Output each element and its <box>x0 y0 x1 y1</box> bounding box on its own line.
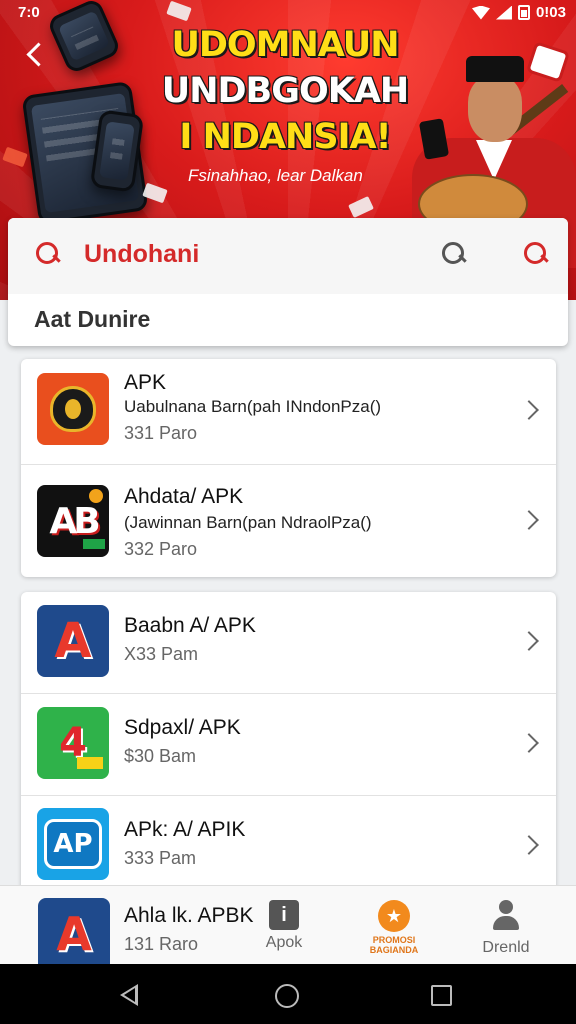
nav-back-icon[interactable] <box>120 984 138 1006</box>
hero-title-line1: UDOMNAUN <box>171 25 399 65</box>
nav-home-icon[interactable] <box>275 984 299 1008</box>
app-list-card: APK Uabulnana Barn(pah INndonPza() 331 P… <box>21 359 556 577</box>
chevron-right-icon <box>519 510 539 530</box>
bottom-tab-bar: A Ahla lk. APBK 131 Raro i Apok ★ PROMOS… <box>0 885 576 970</box>
search-card: Undohani Aat Dunire <box>8 218 568 346</box>
list-item[interactable]: APK Uabulnana Barn(pah INndonPza() 331 P… <box>21 359 556 465</box>
app-meta: 332 Paro <box>124 539 198 559</box>
chevron-right-icon <box>519 400 539 420</box>
hero-subtitle: Fsinahhao, lear Dalkan <box>188 166 363 185</box>
shield-crest-icon <box>37 373 109 445</box>
search-icon[interactable] <box>36 242 62 268</box>
chevron-right-icon <box>519 733 539 753</box>
nav-recents-icon[interactable] <box>431 985 452 1006</box>
search-bar[interactable]: Undohani <box>8 218 568 294</box>
back-button[interactable] <box>18 38 52 72</box>
hero-headline: UDOMNAUN UNDBGOKAH I NDANSIA! <box>150 22 420 160</box>
tab-promo[interactable]: ★ PROMOSI BAGIANDA <box>352 900 436 955</box>
hero-title-line3: I NDANSIA! <box>179 117 391 157</box>
tab-label: PROMOSI BAGIANDA <box>369 935 419 955</box>
tab-profile[interactable]: Drenld <box>464 900 548 957</box>
battery-icon <box>517 5 530 20</box>
app-title: Ahla lk. APBK <box>124 904 254 927</box>
ap-logo-icon: AP <box>37 808 109 880</box>
list-item[interactable]: A Baabn A/ APK X33 Pam <box>21 592 556 694</box>
a-green-logo-icon: 4 <box>37 707 109 779</box>
app-title: APK <box>124 371 167 394</box>
status-right-text: 0!03 <box>535 4 566 21</box>
app-title: Ahdata/ APK <box>124 485 244 508</box>
list-item[interactable]: AP APk: A/ APIK 333 Pam <box>21 796 556 892</box>
section-title: Aat Dunire <box>34 306 151 332</box>
app-meta: 131 Raro <box>124 934 199 954</box>
app-description: (Jawinnan Barn(pan NdraolPza() <box>124 513 372 532</box>
app-meta: 331 Paro <box>124 423 198 443</box>
app-meta: $30 Bam <box>124 746 197 766</box>
search-icon[interactable] <box>524 242 550 268</box>
list-item[interactable]: AB Ahdata/ APK (Jawinnan Barn(pan Ndraol… <box>21 465 556 577</box>
status-bar: 7:0 0!03 <box>0 0 576 28</box>
app-meta: 333 Pam <box>124 848 197 868</box>
app-description: Uabulnana Barn(pah INndonPza() <box>124 397 382 416</box>
chevron-right-icon <box>519 631 539 651</box>
list-item[interactable]: A Ahla lk. APBK 131 Raro <box>0 886 254 970</box>
status-time: 7:0 <box>18 4 40 21</box>
tab-apok[interactable]: i Apok <box>242 900 326 952</box>
app-list-card: A Baabn A/ APK X33 Pam 4 Sdpaxl/ APK $30… <box>21 592 556 892</box>
search-input[interactable]: Undohani <box>84 240 199 269</box>
promo-icon: ★ <box>378 900 410 932</box>
wifi-icon <box>471 5 490 20</box>
a-logo-icon: A <box>38 898 110 970</box>
chevron-right-icon <box>519 835 539 855</box>
app-meta: X33 Pam <box>124 644 199 664</box>
signal-icon <box>495 5 512 20</box>
search-icon[interactable] <box>442 242 468 268</box>
hero-title-line2: UNDBGOKAH <box>161 71 409 111</box>
ab-logo-icon: AB <box>37 485 109 557</box>
info-icon: i <box>269 900 299 930</box>
app-title: APk: A/ APIK <box>124 818 246 841</box>
tab-label: Drenld <box>482 939 530 956</box>
app-title: Sdpaxl/ APK <box>124 716 241 739</box>
system-nav-bar <box>0 964 576 1024</box>
app-title: Baabn A/ APK <box>124 614 256 637</box>
list-item[interactable]: 4 Sdpaxl/ APK $30 Bam <box>21 694 556 796</box>
tab-label: Apok <box>265 934 303 951</box>
a-logo-icon: A <box>37 605 109 677</box>
user-icon <box>491 900 521 930</box>
